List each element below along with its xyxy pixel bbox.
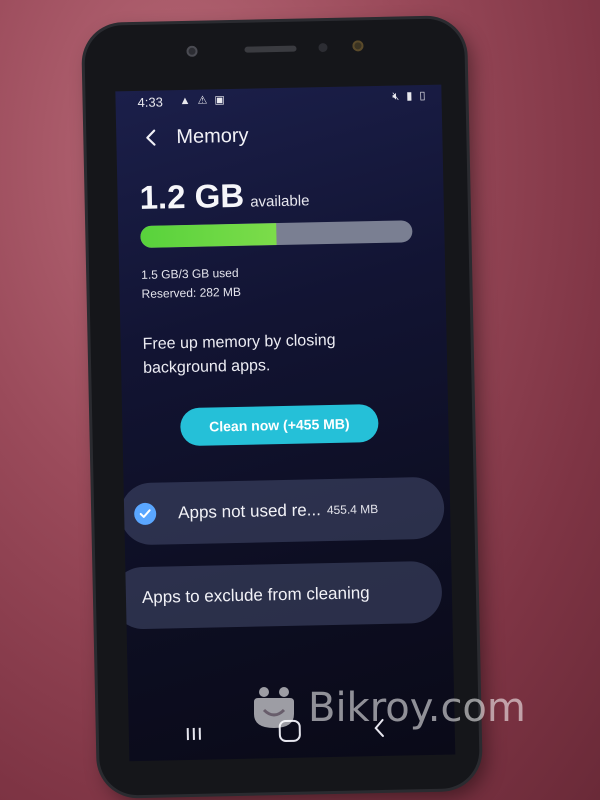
back-button[interactable] (138, 125, 162, 149)
available-label: available (250, 192, 310, 211)
option-label: Apps to exclude from cleaning (141, 583, 370, 607)
option-exclude-apps[interactable]: Apps to exclude from cleaning (115, 560, 443, 630)
warning-icon: ⚠ (197, 94, 210, 107)
status-bar: 4:33 ▲ ⚠ ▣ 🔇︎ ▮ ▯ (137, 89, 427, 113)
flash (352, 40, 364, 52)
bikroy-logo-icon (254, 687, 294, 728)
page-title: Memory (176, 124, 249, 148)
status-left-icons: ▲ ⚠ ▣ (179, 93, 227, 107)
used-text: 1.5 GB/3 GB used (141, 265, 239, 282)
memory-available: 1.2 GB available (139, 175, 310, 217)
screen: 4:33 ▲ ⚠ ▣ 🔇︎ ▮ ▯ Memory 1.2 GB availabl (115, 84, 456, 762)
phone-device: 4:33 ▲ ⚠ ▣ 🔇︎ ▮ ▯ Memory 1.2 GB availabl (83, 18, 481, 796)
triangle-icon: ▲ (179, 94, 193, 108)
checkmark-icon (139, 509, 151, 518)
signal-icon: ▮ (406, 90, 415, 103)
status-right-icons: 🔇︎ ▮ ▯ (392, 89, 427, 104)
watermark: Bikroy.com (250, 684, 526, 732)
description-text: Free up memory by closing background app… (142, 331, 336, 377)
app-header: Memory (138, 121, 249, 153)
earpiece (244, 45, 297, 53)
clean-now-button[interactable]: Clean now (+455 MB) (180, 403, 379, 447)
reserved-text: Reserved: 282 MB (141, 284, 242, 301)
battery-icon: ▯ (419, 89, 428, 103)
memory-details: 1.5 GB/3 GB used Reserved: 282 MB (141, 264, 241, 304)
chevron-left-icon (146, 129, 156, 146)
mute-icon: 🔇︎ (392, 90, 402, 103)
recent-apps-icon[interactable] (185, 726, 203, 742)
option-label: Apps not used re... (177, 500, 322, 523)
status-time: 4:33 (137, 94, 164, 110)
memory-usage-fill (140, 223, 277, 248)
available-value: 1.2 GB (139, 176, 245, 216)
option-size: 455.4 MB (326, 502, 379, 518)
sensor (318, 42, 328, 53)
front-camera (186, 45, 198, 57)
option-apps-not-used[interactable]: Apps not used re... 455.4 MB (119, 476, 445, 546)
watermark-text: Bikroy.com (308, 685, 526, 731)
checkbox-checked[interactable] (133, 502, 157, 526)
memory-usage-bar (140, 220, 413, 248)
image-icon: ▣ (214, 94, 227, 107)
